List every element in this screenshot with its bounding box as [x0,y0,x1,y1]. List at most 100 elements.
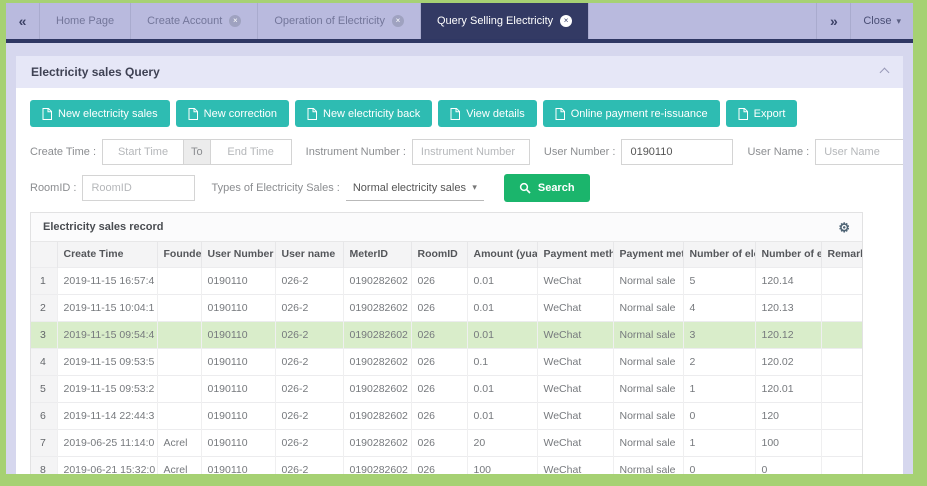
cell-row-number: 2 [31,294,57,321]
user-number-label: User Number : [544,146,616,158]
cell-row-number: 7 [31,429,57,456]
cell-founder [157,321,201,348]
table-row-6[interactable]: 62019-11-14 22:44:3 0190110026-2019028260… [31,402,862,429]
room-id-label: RoomID : [30,182,76,194]
tab-close-icon[interactable]: × [229,15,241,27]
search-icon [519,182,531,194]
cell-user-name: 026-2 [275,294,343,321]
cell-room-id: 026 [411,267,467,294]
new-electricity-back-button[interactable]: New electricity back [295,100,432,127]
view-details-button[interactable]: View details [438,100,537,127]
cell-room-id: 026 [411,348,467,375]
cell-electric-count: 0 [683,402,755,429]
scroll-tabs-right-icon[interactable]: » [816,3,850,39]
cell-electric-count: 1 [683,375,755,402]
tab-operation-of-electricity[interactable]: Operation of Electricity× [258,3,421,39]
cell-meter-id: 0190282602 [343,321,411,348]
table-row-3[interactable]: 32019-11-15 09:54:40190110026-2019028260… [31,321,862,348]
cell-create-time: 2019-11-15 16:57:4 [57,267,157,294]
tab-close-icon[interactable]: × [392,15,404,27]
export-button[interactable]: Export [726,100,798,127]
cell-payment-method: WeChat [537,402,613,429]
user-number-input[interactable] [621,139,733,165]
table-row-1[interactable]: 12019-11-15 16:57:40190110026-2019028260… [31,267,862,294]
cell-founder [157,294,201,321]
content-area: Electricity sales Query New electricity … [6,43,913,474]
room-id-input[interactable] [82,175,195,201]
cell-amount: 0.01 [467,402,537,429]
toolbar-button-label: New correction [204,108,277,120]
sales-type-select[interactable]: Normal electricity sales ▾ [346,176,484,201]
document-icon [188,108,198,120]
cell-user-number: 0190110 [201,294,275,321]
table-row-2[interactable]: 22019-11-15 10:04:10190110026-2019028260… [31,294,862,321]
end-time-input[interactable] [211,140,291,164]
cell-remarks [821,267,862,294]
table-row-8[interactable]: 82019-06-21 15:32:0Acrel0190110026-20190… [31,456,862,474]
cell-user-name: 026-2 [275,267,343,294]
cell-remarks [821,429,862,456]
document-icon [307,108,317,120]
cell-electric-count: 2 [683,348,755,375]
column-header-user-number: User Number [201,242,275,267]
cell-amount: 0.01 [467,321,537,348]
cell-electricity-number: 120 [755,402,821,429]
table-row-7[interactable]: 72019-06-25 11:14:0Acrel0190110026-20190… [31,429,862,456]
new-correction-button[interactable]: New correction [176,100,289,127]
tab-home-page[interactable]: Home Page [40,3,131,39]
close-tabs-menu-label: Close [863,15,891,27]
close-tabs-menu[interactable]: Close ▾ [850,3,913,39]
table-row-5[interactable]: 52019-11-15 09:53:20190110026-2019028260… [31,375,862,402]
cell-create-time: 2019-11-15 09:53:5 [57,348,157,375]
search-button[interactable]: Search [504,174,590,202]
cell-electricity-number: 100 [755,429,821,456]
start-time-input[interactable] [103,140,183,164]
toolbar-button-label: New electricity back [323,108,420,120]
cell-meter-id: 0190282602 [343,348,411,375]
cell-payment-method: WeChat [537,429,613,456]
cell-sale-type: Normal sale [613,294,683,321]
gear-icon[interactable]: ⚙ [838,221,850,234]
column-header-roomid: RoomID [411,242,467,267]
tab-close-icon[interactable]: × [560,15,572,27]
cell-create-time: 2019-11-15 09:54:4 [57,321,157,348]
cell-meter-id: 0190282602 [343,402,411,429]
collapse-panel-icon[interactable] [880,67,890,77]
sales-type-selected-value: Normal electricity sales [353,182,466,194]
tab-create-account[interactable]: Create Account× [131,3,258,39]
cell-user-name: 026-2 [275,402,343,429]
instrument-number-input[interactable] [412,139,530,165]
user-name-input[interactable] [815,139,903,165]
cell-electricity-number: 120.14 [755,267,821,294]
column-header-row-number [31,242,57,267]
cell-founder [157,402,201,429]
column-header-user-name: User name [275,242,343,267]
create-time-label: Create Time : [30,146,96,158]
scroll-tabs-left-icon[interactable]: « [6,3,40,39]
table-row-4[interactable]: 42019-11-15 09:53:50190110026-2019028260… [31,348,862,375]
tab-query-selling-electricity[interactable]: Query Selling Electricity× [421,3,589,39]
cell-remarks [821,375,862,402]
toolbar-button-label: Export [754,108,786,120]
tab-label: Home Page [56,15,114,27]
cell-create-time: 2019-11-15 10:04:1 [57,294,157,321]
cell-remarks [821,294,862,321]
record-panel-title: Electricity sales record [43,221,163,233]
new-electricity-sales-button[interactable]: New electricity sales [30,100,170,127]
cell-create-time: 2019-11-14 22:44:3 [57,402,157,429]
cell-user-number: 0190110 [201,429,275,456]
cell-amount: 20 [467,429,537,456]
cell-payment-method: WeChat [537,267,613,294]
record-panel: Electricity sales record ⚙ Create TimeFo… [30,212,863,474]
cell-sale-type: Normal sale [613,429,683,456]
cell-electricity-number: 0 [755,456,821,474]
cell-row-number: 6 [31,402,57,429]
cell-amount: 0.01 [467,267,537,294]
cell-user-number: 0190110 [201,402,275,429]
online-payment-re-issuance-button[interactable]: Online payment re-issuance [543,100,720,127]
cell-electricity-number: 120.01 [755,375,821,402]
range-separator: To [183,140,211,164]
app-window: « Home Page Create Account×Operation of E… [0,0,927,486]
cell-remarks [821,402,862,429]
cell-meter-id: 0190282602 [343,429,411,456]
